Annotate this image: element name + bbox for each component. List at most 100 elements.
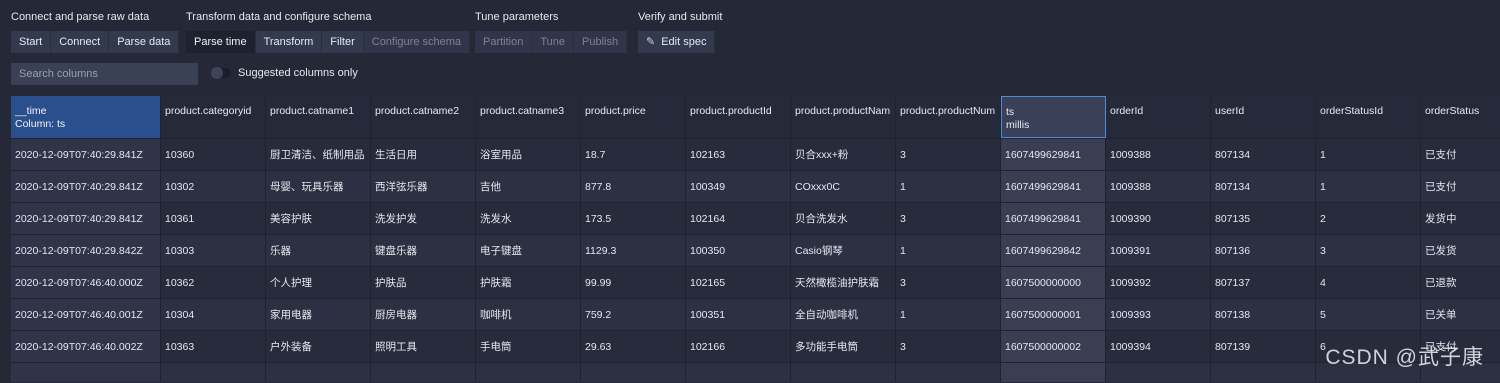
table-cell: 5 [1316,298,1421,330]
column-header[interactable]: orderStatus [1421,96,1500,138]
table-cell: 1009393 [1106,298,1211,330]
parse-data-button[interactable]: Parse data [109,31,180,53]
table-cell: 2020-12-09T07:46:40.000Z [11,266,161,298]
table-cell: 1009391 [1106,234,1211,266]
table-cell: 807137 [1211,266,1316,298]
publish-button[interactable]: Publish [574,31,628,53]
table-cell: 1607499629842 [1001,234,1106,266]
table-cell: 1607500000001 [1001,298,1106,330]
table-cell: 102165 [686,266,791,298]
filter-button[interactable]: Filter [322,31,364,53]
suggested-columns-label: Suggested columns only [238,67,358,79]
column-header[interactable]: product.productNam [791,96,896,138]
stage-transform: Transform data and configure schema Pars… [186,11,471,53]
column-name: __time [15,105,47,117]
table-row: 2020-12-09T07:46:40.002Z 10363 户外装备 照明工具 手电筒… [11,330,1500,362]
column-header[interactable]: orderId [1106,96,1211,138]
column-name: product.productNam [795,105,891,117]
column-header[interactable]: ts millis [1001,96,1106,138]
table-cell: 2020-12-09T07:40:29.842Z [11,234,161,266]
column-header[interactable]: orderStatusId [1316,96,1421,138]
table-cell: 咖啡机 [476,298,581,330]
table-row: 2020-12-09T07:40:29.842Z 10303 乐器 键盘乐器 电子键盘 1… [11,234,1500,266]
table-cell: 已关单 [1421,298,1500,330]
column-header[interactable]: product.productId [686,96,791,138]
table-cell: 已退款 [1421,266,1500,298]
column-name: product.catname2 [375,105,460,117]
parse-time-button[interactable]: Parse time [186,31,256,53]
table-cell: 键盘乐器 [371,234,476,266]
column-subtitle: Column: ts [15,118,66,130]
stage-verify: Verify and submit ✎ Edit spec [638,11,722,53]
table-cell: 已支付 [1421,138,1500,170]
column-header[interactable]: product.categoryid [161,96,266,138]
transform-button[interactable]: Transform [255,31,323,53]
table-cell: 3 [896,330,1001,362]
table-cell: 洗发水 [476,202,581,234]
table-row: 2020-12-09T07:40:29.841Z 10361 美容护肤 洗发护发 洗发水… [11,202,1500,234]
table-cell: 家用电器 [266,298,371,330]
table-cell: 1607500000000 [1001,266,1106,298]
table-cell: 照明工具 [371,330,476,362]
table-cell: 全自动咖啡机 [791,298,896,330]
column-header[interactable]: product.catname1 [266,96,371,138]
table-cell: 807135 [1211,202,1316,234]
start-button[interactable]: Start [11,31,52,53]
column-name: orderId [1110,105,1144,117]
column-name: product.categoryid [165,105,252,117]
table-cell: 1 [1316,170,1421,202]
table-cell: 已支付 [1421,170,1500,202]
table-header: __time Column: ts product.categoryid produc… [11,96,1500,138]
column-header[interactable]: product.catname2 [371,96,476,138]
table-cell: 10362 [161,266,266,298]
stage-buttons: ✎ Edit spec [638,31,716,53]
table-cell: 807134 [1211,138,1316,170]
table-cell-empty [476,362,581,382]
stage-label: Tune parameters [475,11,559,23]
stage-buttons: Parse time Transform Filter Configure sc… [186,31,471,53]
table-row: 2020-12-09T07:46:40.000Z 10362 个人护理 护肤品 护肤霜 9… [11,266,1500,298]
tune-button[interactable]: Tune [532,31,575,53]
column-name: product.productId [690,105,772,117]
table-cell-empty [791,362,896,382]
stage-label: Transform data and configure schema [186,11,372,23]
table-cell: 29.63 [581,330,686,362]
table-cell: 1009388 [1106,138,1211,170]
partition-button[interactable]: Partition [475,31,533,53]
table-cell: 1607499629841 [1001,202,1106,234]
search-columns-input[interactable] [11,63,198,85]
table-row-empty [11,362,1500,383]
table-cell-empty [266,362,371,382]
column-header[interactable]: product.productNum [896,96,1001,138]
watermark: CSDN @武子康 [1325,346,1484,369]
table-cell: 100350 [686,234,791,266]
table-cell: 10303 [161,234,266,266]
edit-spec-button[interactable]: ✎ Edit spec [638,31,716,53]
table-cell: 3 [896,266,1001,298]
table-cell: 759.2 [581,298,686,330]
table-cell: 护肤品 [371,266,476,298]
column-header[interactable]: __time Column: ts [11,96,161,138]
table-cell: 厨房电器 [371,298,476,330]
column-header[interactable]: product.catname3 [476,96,581,138]
table-cell: 3 [1316,234,1421,266]
table-row: 2020-12-09T07:46:40.001Z 10304 家用电器 厨房电器 咖啡机… [11,298,1500,330]
column-name: product.productNum [900,105,996,117]
column-header[interactable]: userId [1211,96,1316,138]
suggested-columns-toggle[interactable] [211,67,231,79]
table-cell: 99.99 [581,266,686,298]
table-cell: 102163 [686,138,791,170]
column-name: orderStatus [1425,105,1480,117]
table-cell-empty [581,362,686,382]
configure-schema-button[interactable]: Configure schema [363,31,471,53]
table-cell: 18.7 [581,138,686,170]
column-header[interactable]: product.price [581,96,686,138]
table-cell: 已发货 [1421,234,1500,266]
connect-button[interactable]: Connect [51,31,110,53]
table-cell: 天然橄榄油护肤霜 [791,266,896,298]
table-cell: 手电筒 [476,330,581,362]
table-cell: 4 [1316,266,1421,298]
table-cell-empty [161,362,266,382]
table-cell: 发货中 [1421,202,1500,234]
table-cell-empty [1001,362,1106,382]
